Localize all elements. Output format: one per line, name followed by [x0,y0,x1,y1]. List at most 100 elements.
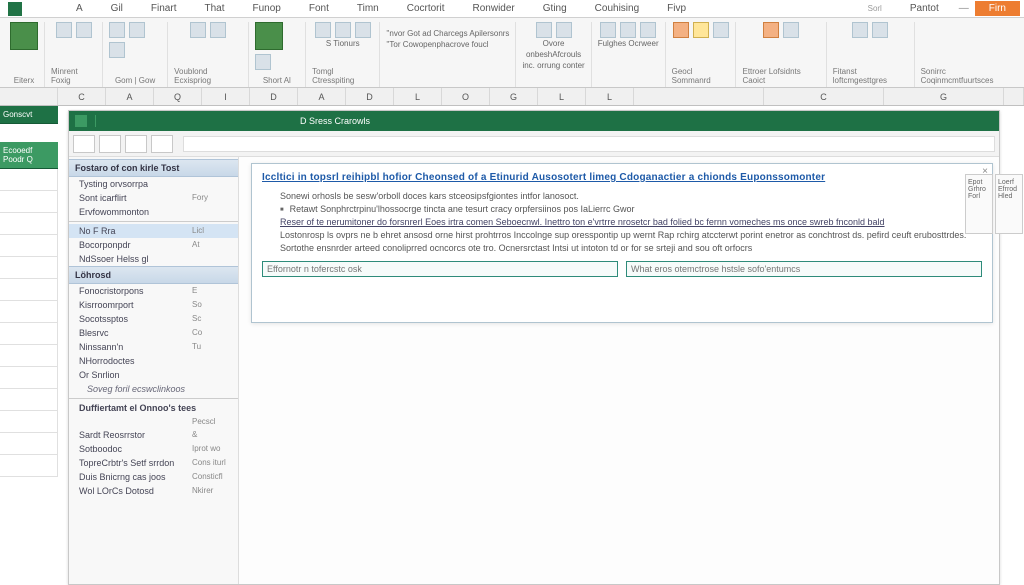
menu-item[interactable]: Finart [137,3,191,14]
row-header[interactable] [0,169,58,191]
col-header[interactable]: L [394,88,442,105]
nav-item[interactable]: No F RraLicl [69,224,238,238]
col-header[interactable]: L [586,88,634,105]
row-header[interactable] [0,323,58,345]
nav-item[interactable]: BlesrvcCo [69,326,238,340]
dialog-input-left[interactable] [262,261,618,277]
formula-bar[interactable] [183,136,995,152]
row-header[interactable] [0,279,58,301]
orange-button[interactable]: Firn [975,1,1020,16]
inner-titlebar[interactable]: D Sress Crarowls [69,111,999,131]
ribbon-icon[interactable] [693,22,709,38]
ribbon-icon[interactable] [10,22,38,50]
side-panel[interactable]: Epot Grhro Forl [965,174,993,234]
nav-item[interactable]: SocotssptosSc [69,312,238,326]
ribbon-icon[interactable] [109,42,125,58]
ribbon-icon[interactable] [556,22,572,38]
ribbon-icon[interactable] [763,22,779,38]
ribbon-icon[interactable] [335,22,351,38]
col-header[interactable]: D [250,88,298,105]
nav-item[interactable]: NHorrodoctes [69,354,238,368]
row-header[interactable] [0,257,58,279]
ribbon-icon[interactable] [210,22,226,38]
ribbon-icon[interactable] [109,22,125,38]
nav-item[interactable]: KisrroomrportSo [69,298,238,312]
nav-item[interactable]: NdSsoer Helss gl [69,252,238,266]
col-header[interactable]: G [884,88,1004,105]
toolbar-button[interactable] [151,135,173,153]
menu-item[interactable]: A [62,3,97,14]
row-header[interactable] [0,433,58,455]
toolbar-button[interactable] [73,135,95,153]
col-header[interactable] [634,88,764,105]
row-header[interactable] [0,235,58,257]
ribbon-icon[interactable] [600,22,616,38]
nav-item[interactable]: FonocristorponsE [69,284,238,298]
ribbon-icon[interactable] [315,22,331,38]
nav-item[interactable]: Tysting orvsorrpa [69,177,238,191]
ribbon-icon[interactable] [255,22,283,50]
col-header[interactable] [0,88,58,105]
row-header[interactable] [0,455,58,477]
ribbon-icon[interactable] [713,22,729,38]
side-panel[interactable]: Loerf Efrrod Hled [995,174,1023,234]
dialog-link[interactable]: Reser of te nerumitoner do forsnrerl Eoe… [280,217,982,227]
col-header[interactable]: L [538,88,586,105]
ribbon-icon[interactable] [129,22,145,38]
left-tab[interactable]: Ecooedf Poodr Q [0,142,58,169]
nav-item[interactable]: Soveg foril ecswclinkoos [69,382,238,396]
nav-item[interactable]: Sont icarflirtFory [69,191,238,205]
menu-item[interactable]: That [190,3,238,14]
nav-item[interactable]: Wol LOrCs DotosdNkirer [69,484,238,498]
col-header[interactable]: C [764,88,884,105]
toolbar-button[interactable] [99,135,121,153]
col-header[interactable]: A [298,88,346,105]
row-header[interactable] [0,345,58,367]
ribbon-icon[interactable] [56,22,72,38]
nav-item[interactable]: Sardt Reosrrstor& [69,428,238,442]
nav-item[interactable]: Duis Bnicrng cas joosConsticfl [69,470,238,484]
col-header[interactable]: A [106,88,154,105]
ribbon-icon[interactable] [673,22,689,38]
col-header[interactable]: Q [154,88,202,105]
menu-item[interactable]: Couhising [581,3,653,14]
nav-item[interactable]: Or Snrlion [69,368,238,382]
nav-header[interactable]: Fostaro of con kirle Tost [69,159,238,177]
row-header[interactable] [0,389,58,411]
menu-item[interactable]: Timn [343,3,393,14]
row-header[interactable] [0,191,58,213]
nav-item[interactable]: Pecscl [69,415,238,428]
row-header[interactable] [0,301,58,323]
ribbon-icon[interactable] [255,54,271,70]
row-header[interactable] [0,411,58,433]
ribbon-icon[interactable] [190,22,206,38]
menu-right[interactable]: Pantot [896,3,953,14]
menu-item[interactable]: Fivp [653,3,700,14]
menu-item[interactable]: Cocrtorit [393,3,459,14]
left-tab[interactable]: Gonscvt [0,106,58,124]
nav-item[interactable]: TopreCrbtr's Setf srrdonCons iturl [69,456,238,470]
ribbon-icon[interactable] [76,22,92,38]
menu-item[interactable]: Font [295,3,343,14]
ribbon-icon[interactable] [783,22,799,38]
col-header[interactable] [1004,88,1024,105]
menu-item[interactable]: Gil [97,3,137,14]
menu-item[interactable]: Funop [238,3,294,14]
col-header[interactable]: I [202,88,250,105]
toolbar-button[interactable] [125,135,147,153]
ribbon-icon[interactable] [852,22,868,38]
nav-header[interactable]: Löhrosd [69,266,238,284]
menu-item[interactable]: Gting [529,3,581,14]
col-header[interactable]: C [58,88,106,105]
row-header[interactable] [0,367,58,389]
col-header[interactable]: O [442,88,490,105]
nav-item[interactable]: Ninssann'nTu [69,340,238,354]
col-header[interactable]: D [346,88,394,105]
ribbon-icon[interactable] [640,22,656,38]
ribbon-icon[interactable] [536,22,552,38]
nav-item[interactable]: BocorponpdrAt [69,238,238,252]
row-header[interactable] [0,213,58,235]
menu-item[interactable]: Ronwider [459,3,529,14]
ribbon-icon[interactable] [872,22,888,38]
dialog-input-right[interactable] [626,261,982,277]
